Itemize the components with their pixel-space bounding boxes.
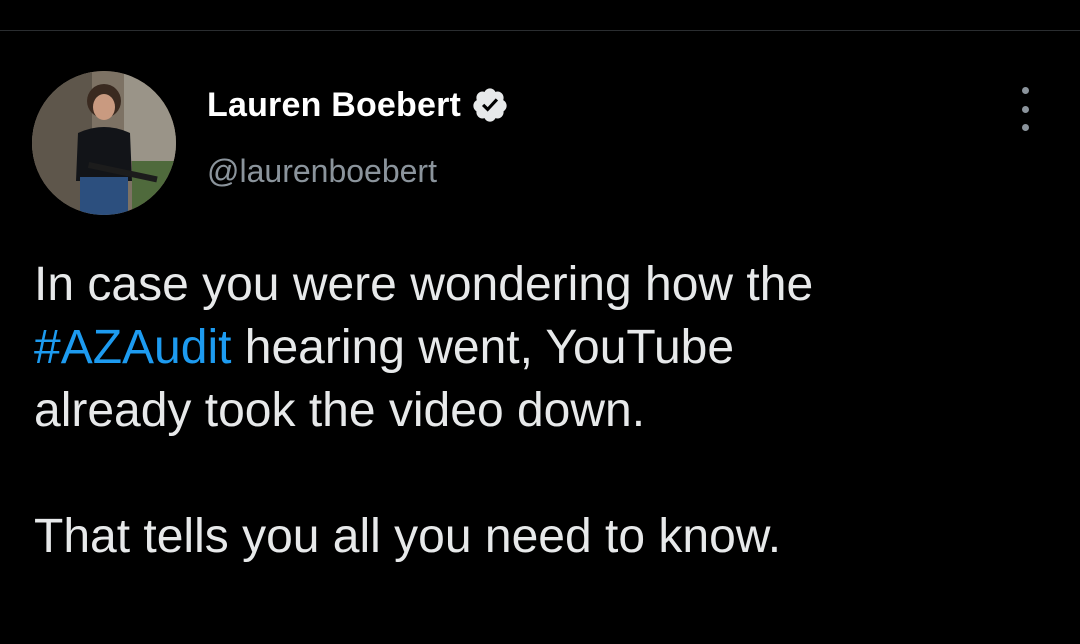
hashtag-link[interactable]: #AZAudit: [34, 321, 231, 374]
display-name[interactable]: Lauren Boebert: [207, 86, 461, 125]
more-dot: [1021, 87, 1029, 94]
avatar-image: [32, 71, 176, 215]
tweet-paragraph: In case you were wondering how the #AZAu…: [34, 253, 1054, 442]
more-dot: [1021, 124, 1029, 131]
author-name-row[interactable]: Lauren Boebert: [207, 83, 509, 127]
tweet-line: hearing went, YouTube: [231, 321, 735, 374]
tweet-line: In case you were wondering how the: [34, 258, 814, 311]
tweet-line: already took the video down.: [34, 384, 646, 437]
more-options-icon[interactable]: [1010, 87, 1040, 131]
tweet-text: In case you were wondering how the #AZAu…: [34, 253, 1054, 568]
tweet-line: That tells you all you need to know.: [34, 510, 782, 563]
tweet[interactable]: Lauren Boebert @laurenboebert In case yo…: [0, 31, 1080, 644]
more-dot: [1021, 105, 1029, 113]
verified-badge-icon: [473, 88, 507, 122]
avatar[interactable]: [32, 71, 176, 215]
author-handle[interactable]: @laurenboebert: [207, 153, 437, 190]
tweet-paragraph: That tells you all you need to know.: [34, 505, 1054, 568]
